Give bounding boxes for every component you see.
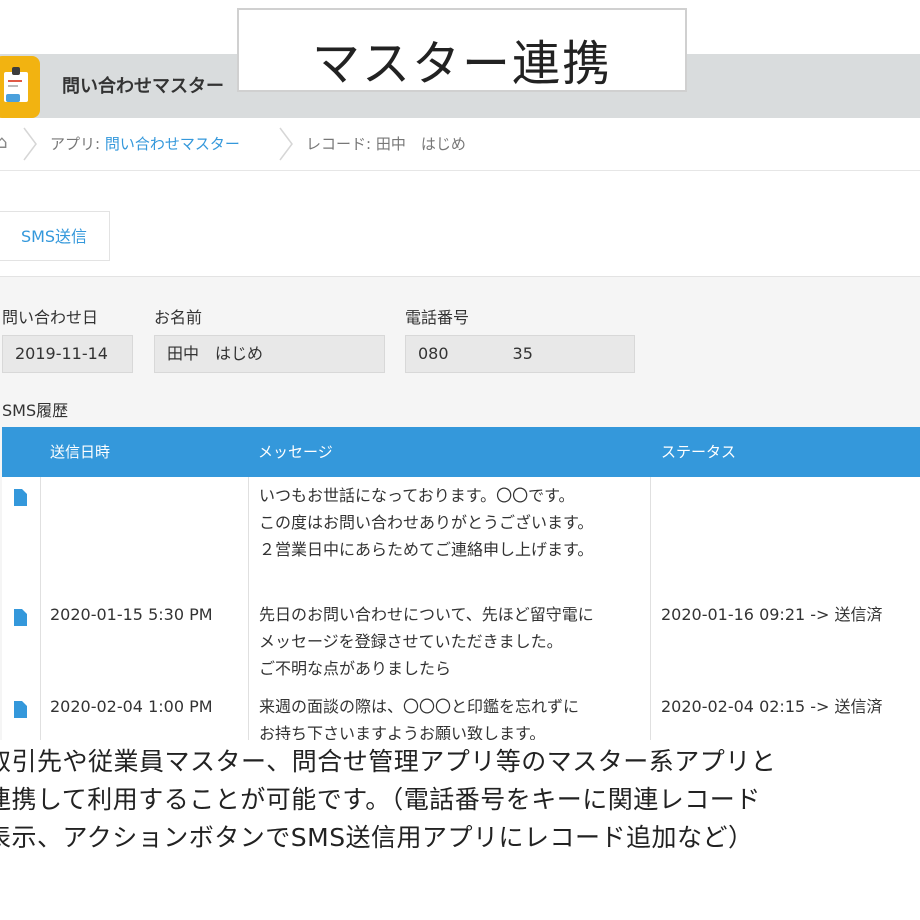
column-header-sent-date: 送信日時: [50, 443, 111, 461]
row-message-line: この度はお問い合わせありがとうございます。: [259, 513, 594, 532]
row-status: 2020-01-16 09:21 -> 送信済: [661, 605, 883, 624]
inquiry-date-label: 問い合わせ日: [2, 308, 99, 327]
row-status: 2020-02-04 02:15 -> 送信済: [661, 697, 883, 716]
caption-panel: 取引先や従業員マスター、問合せ管理アプリ等のマスター系アプリと 連携して利用する…: [0, 740, 920, 920]
row-sent-date: 2020-01-15 5:30 PM: [50, 605, 213, 624]
table-row: いつもお世話になっております。〇〇です。 この度はお問い合わせありがとうございま…: [2, 477, 920, 598]
name-field: 田中 はじめ: [154, 335, 385, 373]
caption-line: 連携して利用することが可能です。（電話番号をキーに関連レコード: [0, 785, 761, 814]
inquiry-date-field: 2019-11-14: [2, 335, 133, 373]
breadcrumb-app-link[interactable]: 問い合わせマスター: [105, 135, 240, 153]
column-header-status: ステータス: [661, 443, 737, 461]
sms-send-button[interactable]: SMS送信: [0, 211, 110, 261]
banner-title: マスター連携: [311, 36, 612, 92]
row-message-line: ご不明な点がありましたら: [259, 659, 452, 678]
name-label: お名前: [154, 308, 203, 327]
caption-line: 取引先や従業員マスター、問合せ管理アプリ等のマスター系アプリと: [0, 747, 777, 776]
caption-line: 表示、アクションボタンでSMS送信用アプリにレコード追加など）: [0, 823, 754, 852]
sms-history-table-header: 送信日時 メッセージ ステータス: [2, 427, 920, 477]
row-message-line: 先日のお問い合わせについて、先ほど留守電に: [259, 605, 594, 624]
breadcrumb: ⌂ アプリ: 問い合わせマスター レコード: 田中 はじめ: [0, 118, 920, 171]
column-header-message: メッセージ: [258, 443, 333, 461]
app-icon[interactable]: [0, 56, 40, 118]
home-icon[interactable]: ⌂: [0, 132, 7, 153]
row-sent-date: 2020-02-04 1:00 PM: [50, 697, 213, 716]
row-message-line: 来週の面談の際は、〇〇〇と印鑑を忘れずに: [259, 697, 580, 716]
app-title: 問い合わせマスター: [62, 76, 224, 97]
phone-label: 電話番号: [405, 308, 470, 327]
document-icon[interactable]: [14, 489, 27, 506]
title-banner: マスター連携: [237, 8, 687, 92]
row-message-line: いつもお世話になっております。〇〇です。: [259, 486, 575, 505]
table-row: 2020-02-04 1:00 PM 来週の面談の際は、〇〇〇と印鑑を忘れずに …: [2, 689, 920, 747]
breadcrumb-app-prefix: アプリ:: [50, 135, 105, 153]
breadcrumb-app: アプリ: 問い合わせマスター: [50, 133, 240, 154]
document-icon[interactable]: [14, 701, 27, 718]
row-message-line: ２営業日中にあらためてご連絡申し上げます。: [259, 540, 594, 559]
document-icon[interactable]: [14, 609, 27, 626]
breadcrumb-separator-icon: [279, 127, 293, 161]
row-message-line: メッセージを登録させていただきました。: [259, 632, 563, 651]
breadcrumb-separator-icon: [23, 127, 37, 161]
breadcrumb-record: レコード: 田中 はじめ: [306, 135, 466, 153]
sms-history-label: SMS履歴: [2, 401, 69, 420]
table-row: 2020-01-15 5:30 PM 先日のお問い合わせについて、先ほど留守電に…: [2, 597, 920, 690]
phone-field: 080 35: [405, 335, 635, 373]
